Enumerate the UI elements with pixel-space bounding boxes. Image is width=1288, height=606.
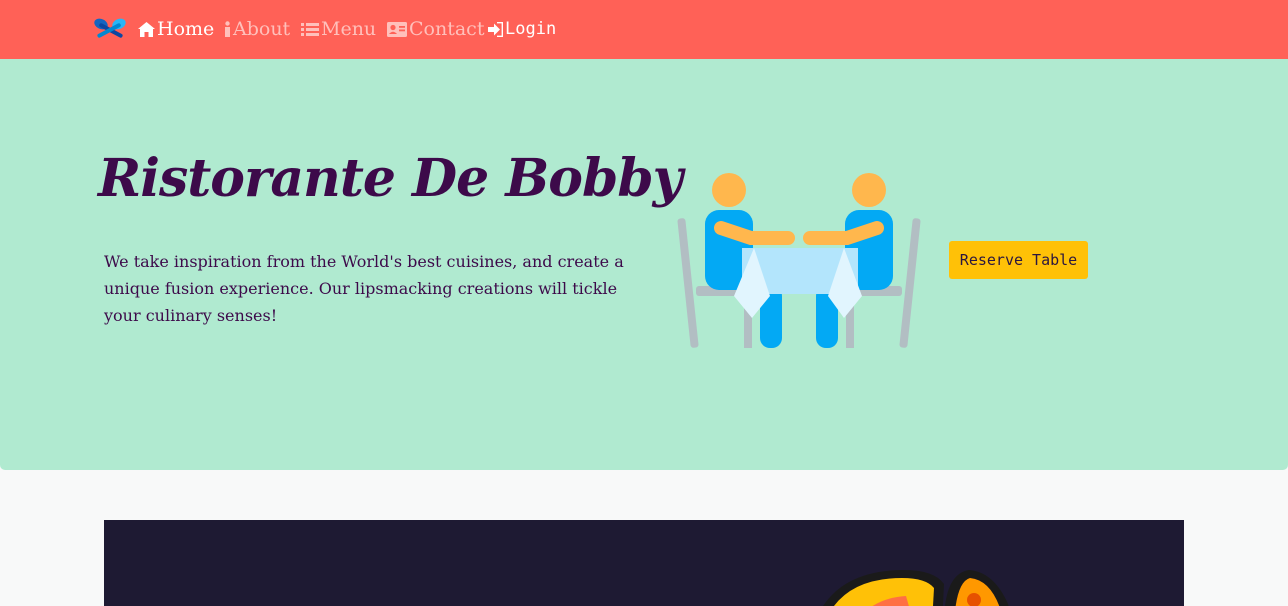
- contact-card-icon: [387, 21, 407, 37]
- home-icon: [138, 21, 155, 37]
- nav-menu[interactable]: Menu: [301, 16, 376, 42]
- nav-login[interactable]: Login: [488, 16, 556, 42]
- nav-contact-label: Contact: [409, 18, 485, 40]
- reserve-table-button[interactable]: Reserve Table: [949, 241, 1088, 279]
- nav-contact[interactable]: Contact: [387, 16, 484, 42]
- spoon-fork-icon[interactable]: [92, 15, 128, 45]
- feature-panel: [104, 520, 1184, 606]
- nav-home-label: Home: [157, 18, 215, 40]
- list-icon: [301, 22, 319, 37]
- nav-about[interactable]: About: [224, 16, 290, 42]
- sign-in-icon: [488, 21, 503, 37]
- dining-table-icon: [677, 173, 921, 348]
- page-title: Ristorante De Bobby: [98, 148, 683, 209]
- nav-home[interactable]: Home: [138, 16, 214, 42]
- nav-login-label: Login: [505, 19, 557, 39]
- navbar: Home About Menu Contact Login: [0, 0, 1288, 59]
- nav-about-label: About: [233, 18, 291, 40]
- pizza-icon: [823, 570, 1009, 606]
- hero-description: We take inspiration from the World's bes…: [104, 252, 624, 325]
- info-icon: [224, 21, 231, 37]
- nav-menu-label: Menu: [321, 18, 377, 40]
